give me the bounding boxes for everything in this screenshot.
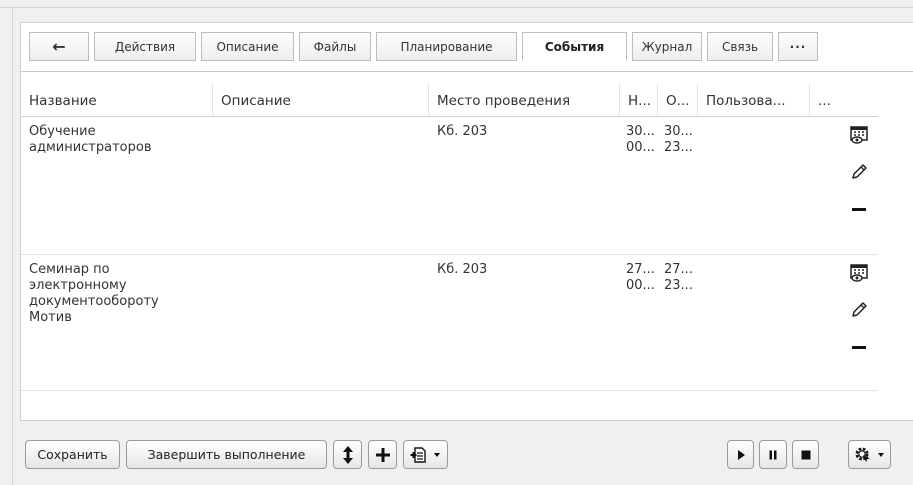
event-start: 30... 00... — [626, 124, 655, 155]
table-row[interactable]: Семинар по электронному документообороту… — [21, 255, 878, 391]
settings-dropdown[interactable] — [848, 440, 891, 469]
tab-back[interactable]: ← — [29, 32, 89, 61]
row-actions — [841, 123, 877, 221]
pause-button[interactable] — [759, 440, 787, 469]
table-row[interactable]: Обучение администраторов Кб. 203 30... 0… — [21, 117, 878, 255]
add-plus-icon — [375, 447, 391, 463]
column-header-start[interactable]: Н... — [620, 84, 658, 117]
edit-pencil-icon[interactable] — [847, 298, 871, 322]
event-end: 30... 23... — [664, 124, 693, 155]
event-start: 27... 00... — [626, 262, 655, 293]
left-divider — [12, 7, 13, 485]
tab-description[interactable]: Описание — [201, 32, 294, 61]
play-icon — [735, 449, 747, 461]
add-button[interactable] — [368, 440, 397, 469]
view-calendar-icon[interactable] — [847, 123, 871, 147]
event-place: Кб. 203 — [437, 124, 488, 139]
column-header-name[interactable]: Название — [21, 84, 213, 117]
tabs-divider — [21, 71, 913, 72]
event-description — [213, 117, 429, 254]
view-calendar-icon[interactable] — [847, 261, 871, 285]
complete-execution-button[interactable]: Завершить выполнение — [126, 440, 327, 469]
tab-bar: ← Действия Описание Файлы Планирование С… — [29, 32, 895, 63]
tab-files[interactable]: Файлы — [299, 32, 371, 61]
tab-more[interactable]: ··· — [778, 32, 818, 61]
event-name: Семинар по электронному документообороту… — [29, 262, 159, 325]
reorder-arrows-icon — [341, 445, 355, 465]
chevron-down-icon — [877, 452, 885, 458]
stop-button[interactable] — [792, 440, 819, 469]
tab-planning[interactable]: Планирование — [376, 32, 517, 61]
row-actions — [841, 261, 877, 359]
column-header-end[interactable]: О... — [658, 84, 698, 117]
event-end: 27... 23... — [664, 262, 693, 293]
edit-pencil-icon[interactable] — [847, 160, 871, 184]
save-button[interactable]: Сохранить — [25, 440, 120, 469]
tab-link[interactable]: Связь — [707, 32, 773, 61]
document-add-icon — [410, 446, 428, 464]
event-place: Кб. 203 — [437, 262, 488, 277]
table-header: Название Описание Место проведения Н... … — [21, 84, 878, 117]
remove-minus-icon[interactable] — [847, 335, 871, 359]
remove-minus-icon[interactable] — [847, 197, 871, 221]
tab-actions[interactable]: Действия — [94, 32, 196, 61]
stop-icon — [800, 449, 812, 461]
bottom-toolbar: Сохранить Завершить выполнение — [25, 440, 913, 470]
top-divider — [0, 7, 913, 8]
chevron-down-icon — [433, 452, 441, 458]
event-description — [213, 255, 429, 390]
column-header-user[interactable]: Пользова... — [698, 84, 810, 117]
event-user — [698, 255, 810, 390]
column-header-actions[interactable]: ... — [810, 84, 848, 117]
tab-events[interactable]: События — [522, 32, 627, 61]
events-table: Название Описание Место проведения Н... … — [21, 84, 878, 391]
tab-journal[interactable]: Журнал — [632, 32, 702, 61]
reorder-button[interactable] — [333, 440, 362, 469]
add-document-dropdown[interactable] — [403, 440, 448, 469]
event-name: Обучение администраторов — [29, 124, 152, 155]
event-user — [698, 117, 810, 254]
events-panel: ← Действия Описание Файлы Планирование С… — [20, 22, 913, 421]
column-header-place[interactable]: Место проведения — [429, 84, 620, 117]
pause-icon — [767, 449, 779, 461]
column-header-description[interactable]: Описание — [213, 84, 429, 117]
play-button[interactable] — [727, 440, 754, 469]
gear-settings-icon — [854, 446, 872, 464]
